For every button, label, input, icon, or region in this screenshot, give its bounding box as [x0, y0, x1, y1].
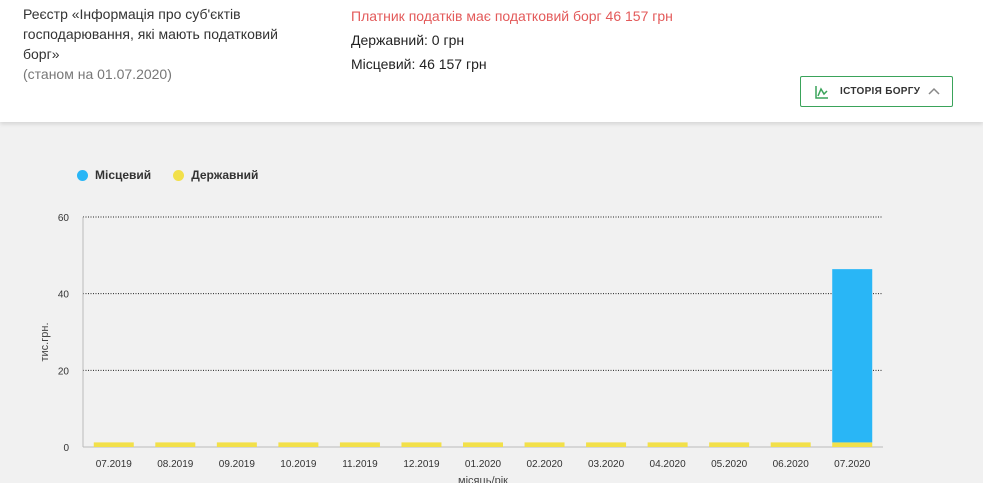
line-chart-icon [815, 85, 828, 99]
x-tick-label: 12.2019 [403, 459, 440, 470]
x-tick-label: 10.2019 [280, 459, 317, 470]
debt-info-panel: Реєстр «Інформація про суб'єктів господа… [0, 0, 983, 122]
x-tick-label: 04.2020 [650, 459, 687, 470]
debt-history-chart-area: Місцевий Державний 0 20 40 60 07.2019 08.2019… [0, 122, 983, 483]
bar-state-09.2019[interactable] [216, 442, 257, 447]
debt-summary: Платник податків має податковий борг 46 … [351, 4, 673, 76]
x-tick-label: 07.2020 [834, 459, 871, 470]
y-tick-label: 0 [63, 443, 69, 454]
debt-alert-text: Платник податків має податковий борг 46 … [351, 8, 673, 24]
registry-title-line-1: Реєстр «Інформація про суб'єктів [23, 6, 241, 22]
bar-local-07.2020[interactable] [832, 269, 873, 443]
x-tick-label: 08.2019 [157, 459, 194, 470]
y-tick-label: 60 [58, 213, 70, 224]
x-axis-title: місяць/рік [458, 475, 508, 483]
debt-history-bar-chart: 0 20 40 60 07.2019 08.2019 09.2019 10.2019 11.20… [39, 213, 883, 483]
x-tick-label: 11.2019 [342, 459, 378, 470]
x-tick-label: 06.2020 [773, 459, 810, 470]
bar-state-05.2020[interactable] [709, 442, 750, 447]
y-tick-label: 20 [58, 366, 70, 377]
bar-state-08.2019[interactable] [155, 442, 196, 447]
bar-state-04.2020[interactable] [647, 442, 688, 447]
state-debt-text: Державний: 0 грн [351, 32, 465, 48]
bar-state-07.2019[interactable] [93, 442, 134, 447]
registry-title-line-2: господарювання, які мають податковий [23, 26, 278, 42]
bar-state-03.2020[interactable] [586, 442, 627, 447]
bar-state-07.2020[interactable] [832, 442, 873, 447]
bar-state-02.2020[interactable] [524, 442, 565, 447]
bar-state-12.2019[interactable] [401, 442, 442, 447]
chevron-up-icon [928, 87, 940, 95]
y-axis-title: тис.грн. [39, 323, 51, 362]
y-tick-label: 40 [58, 290, 70, 301]
bar-state-11.2019[interactable] [339, 442, 380, 447]
x-tick-label: 05.2020 [711, 459, 748, 470]
registry-as-of-date: (станом на 01.07.2020) [23, 66, 172, 82]
local-debt-text: Місцевий: 46 157 грн [351, 56, 487, 72]
bar-state-10.2019[interactable] [278, 442, 319, 447]
registry-info: Реєстр «Інформація про суб'єктів господа… [23, 4, 323, 84]
bar-state-06.2020[interactable] [770, 442, 811, 447]
debt-history-button-label: ІСТОРІЯ БОРГУ [840, 86, 921, 97]
registry-title-line-3: борг» [23, 46, 60, 62]
x-tick-label: 07.2019 [96, 459, 133, 470]
debt-history-button[interactable]: ІСТОРІЯ БОРГУ [800, 76, 953, 107]
x-tick-label: 09.2019 [219, 459, 256, 470]
x-tick-label: 03.2020 [588, 459, 625, 470]
x-tick-label: 01.2020 [465, 459, 502, 470]
x-tick-label: 02.2020 [526, 459, 563, 470]
bar-state-01.2020[interactable] [463, 442, 503, 447]
